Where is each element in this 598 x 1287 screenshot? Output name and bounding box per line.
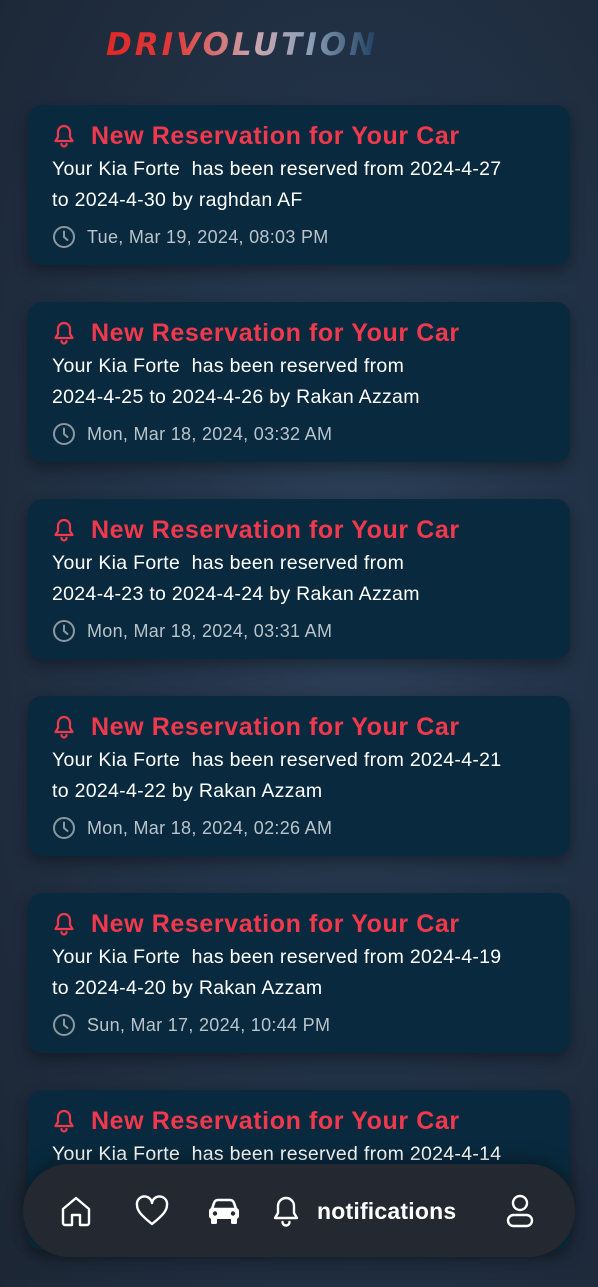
notification-body: Your Kia Forte has been reserved from 202…: [52, 351, 546, 413]
notification-timestamp: Mon, Mar 18, 2024, 03:31 AM: [87, 620, 333, 641]
notification-card[interactable]: New Reservation for Your Car Your Kia Fo…: [28, 893, 570, 1053]
notification-timestamp: Mon, Mar 18, 2024, 03:32 AM: [87, 423, 333, 444]
notification-body-line: Your Kia Forte has been reserved from 20…: [52, 749, 502, 771]
notification-title: New Reservation for Your Car: [91, 1106, 460, 1135]
notification-title: New Reservation for Your Car: [91, 318, 460, 347]
notification-title-row: New Reservation for Your Car: [52, 318, 546, 348]
notification-card[interactable]: New Reservation for Your Car Your Kia Fo…: [28, 696, 570, 856]
notification-title-row: New Reservation for Your Car: [52, 121, 546, 151]
notification-body-line: 2024-4-25 to 2024-4-26 by Rakan Azzam: [52, 386, 420, 408]
app-logo: DRIVOLUTION: [106, 27, 379, 63]
user-icon: [506, 1194, 534, 1228]
notification-time-row: Sun, Mar 17, 2024, 10:44 PM: [52, 1013, 546, 1037]
notification-title-row: New Reservation for Your Car: [52, 515, 546, 545]
bell-icon: [54, 912, 74, 936]
notification-time-row: Mon, Mar 18, 2024, 02:26 AM: [52, 816, 546, 840]
nav-active-label: notifications: [317, 1197, 457, 1224]
car-icon: [209, 1198, 239, 1224]
notification-title: New Reservation for Your Car: [91, 712, 460, 741]
clock-icon: [53, 226, 75, 248]
notification-timestamp: Mon, Mar 18, 2024, 02:26 AM: [87, 817, 333, 838]
notification-time-row: Mon, Mar 18, 2024, 03:31 AM: [52, 619, 546, 643]
nav-notifications[interactable]: notifications: [271, 1192, 456, 1230]
nav-favorites[interactable]: [134, 1192, 170, 1230]
notification-body-line: 2024-4-23 to 2024-4-24 by Rakan Azzam: [52, 583, 420, 605]
notification-body: Your Kia Forte has been reserved from 20…: [52, 942, 546, 1004]
notification-title-row: New Reservation for Your Car: [52, 1106, 546, 1136]
notification-body-line: Your Kia Forte has been reserved from 20…: [52, 946, 502, 968]
notification-title-row: New Reservation for Your Car: [52, 712, 546, 742]
notification-timestamp: Sun, Mar 17, 2024, 10:44 PM: [87, 1014, 331, 1035]
notification-body-line: to 2024-4-30 by raghdan AF: [52, 189, 303, 211]
notification-card[interactable]: New Reservation for Your Car Your Kia Fo…: [28, 302, 570, 462]
notifications-list: New Reservation for Your Car Your Kia Fo…: [28, 105, 570, 1287]
notification-title-row: New Reservation for Your Car: [52, 909, 546, 939]
home-icon: [61, 1196, 91, 1227]
clock-icon: [53, 1014, 75, 1036]
bell-icon: [54, 518, 74, 542]
heart-icon: [135, 1195, 169, 1226]
nav-home[interactable]: [59, 1192, 93, 1230]
notification-body-line: to 2024-4-20 by Rakan Azzam: [52, 977, 323, 999]
bell-icon: [54, 1109, 74, 1133]
notification-body-line: Your Kia Forte has been reserved from: [52, 552, 405, 574]
notification-body-line: Your Kia Forte has been reserved from: [52, 355, 405, 377]
clock-icon: [53, 423, 75, 445]
notification-card[interactable]: New Reservation for Your Car Your Kia Fo…: [28, 105, 570, 265]
bell-icon: [54, 321, 74, 345]
notification-title: New Reservation for Your Car: [91, 909, 460, 938]
notification-body: Your Kia Forte has been reserved from 20…: [52, 154, 546, 216]
notification-title: New Reservation for Your Car: [91, 515, 460, 544]
nav-profile[interactable]: [504, 1192, 536, 1230]
notification-body: Your Kia Forte has been reserved from 202…: [52, 548, 546, 610]
notification-body-line: Your Kia Forte has been reserved from 20…: [52, 158, 502, 180]
bell-icon: [54, 124, 74, 148]
notification-body: Your Kia Forte has been reserved from 20…: [52, 745, 546, 807]
nav-cars[interactable]: [206, 1192, 242, 1230]
bell-icon: [54, 715, 74, 739]
clock-icon: [53, 817, 75, 839]
notification-body-line: to 2024-4-22 by Rakan Azzam: [52, 780, 323, 802]
bottom-navigation-bar: notifications: [23, 1164, 575, 1257]
notification-timestamp: Tue, Mar 19, 2024, 08:03 PM: [87, 226, 329, 247]
clock-icon: [53, 620, 75, 642]
notification-card[interactable]: New Reservation for Your Car Your Kia Fo…: [28, 499, 570, 659]
notification-time-row: Tue, Mar 19, 2024, 08:03 PM: [52, 225, 546, 249]
notification-time-row: Mon, Mar 18, 2024, 03:32 AM: [52, 422, 546, 446]
notification-title: New Reservation for Your Car: [91, 121, 460, 150]
bell-icon: [273, 1196, 299, 1227]
